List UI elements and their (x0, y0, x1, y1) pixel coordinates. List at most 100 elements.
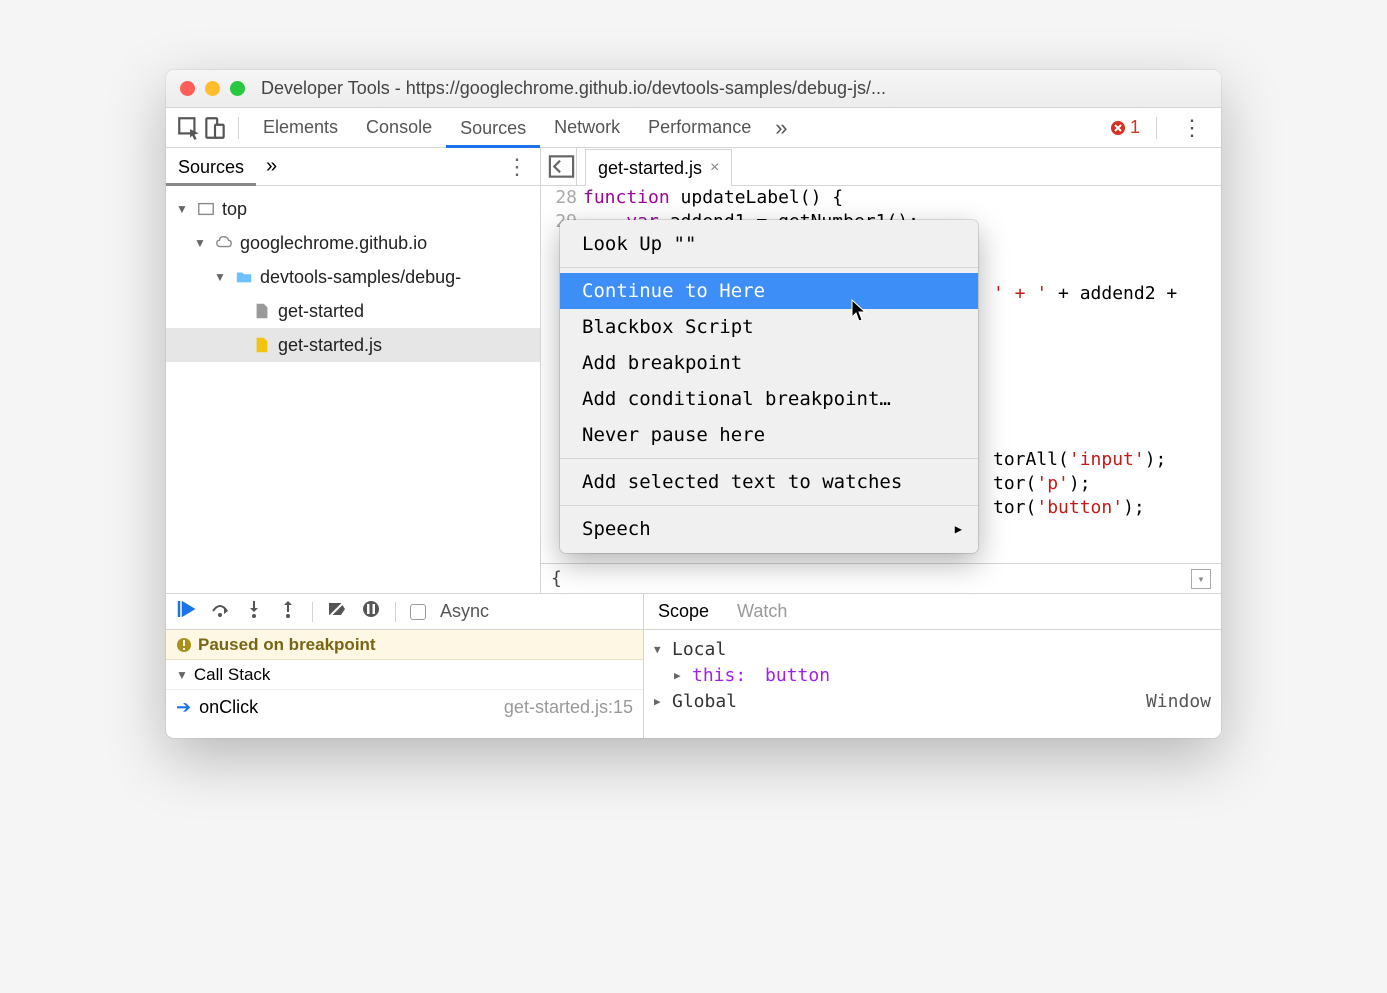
callstack-item[interactable]: ➔ onClick get-started.js:15 (166, 690, 643, 724)
navigator-menu-icon[interactable]: ⋮ (494, 154, 540, 180)
navigator-tabs: Sources » ⋮ (166, 148, 540, 186)
context-menu-blackbox[interactable]: Blackbox Script (560, 309, 978, 345)
error-count: 1 (1130, 117, 1140, 138)
code-string: 'p' (1036, 473, 1069, 494)
context-menu-lookup[interactable]: Look Up "" (560, 226, 978, 262)
debugger-left-pane: Async Paused on breakpoint ▼ Call Stack … (166, 594, 644, 738)
line-number[interactable]: 28 (541, 186, 577, 210)
paused-status-bar: Paused on breakpoint (166, 630, 643, 660)
step-into-icon[interactable] (244, 599, 264, 624)
device-toolbar-icon[interactable] (202, 115, 228, 141)
minimize-window-button[interactable] (205, 81, 220, 96)
scope-global-row[interactable]: ▶ Global Window (654, 688, 1211, 714)
scope-this-row[interactable]: ▶ this: button (654, 662, 1211, 688)
tabs-overflow[interactable]: » (765, 115, 797, 141)
editor-tab[interactable]: get-started.js × (585, 149, 732, 186)
error-badge[interactable]: 1 (1110, 117, 1140, 138)
tab-network[interactable]: Network (540, 108, 634, 147)
traffic-lights (180, 81, 245, 96)
code-text: torAll( (993, 449, 1069, 470)
separator (312, 602, 313, 622)
info-icon (176, 637, 192, 653)
paused-text: Paused on breakpoint (198, 635, 376, 655)
code-string: ' + ' (993, 283, 1047, 304)
code-text: ); (1069, 473, 1091, 494)
callstack-fn-name: onClick (199, 697, 258, 718)
resume-icon[interactable] (176, 599, 196, 624)
disclosure-triangle-icon[interactable]: ▶ (654, 695, 668, 708)
tree-root-top[interactable]: top (166, 192, 540, 226)
context-menu-speech[interactable]: Speech ▶ (560, 511, 978, 547)
tree-label: top (222, 199, 247, 220)
main-tabbar: Elements Console Sources Network Perform… (166, 108, 1221, 148)
window-title: Developer Tools - https://googlechrome.g… (261, 78, 1207, 99)
editor-tabbar: get-started.js × (541, 148, 1221, 186)
code-text: + addend2 + (1047, 283, 1177, 304)
debugger-panel: Async Paused on breakpoint ▼ Call Stack … (166, 593, 1221, 738)
document-icon (252, 336, 272, 354)
tree-folder[interactable]: devtools-samples/debug- (166, 260, 540, 294)
code-text: tor( (993, 473, 1036, 494)
callstack-label: Call Stack (194, 665, 271, 685)
tree-domain[interactable]: googlechrome.github.io (166, 226, 540, 260)
editor-tab-label: get-started.js (598, 158, 702, 179)
scope-global-label: Global (672, 691, 737, 712)
async-checkbox[interactable] (410, 604, 426, 620)
scope-local-row[interactable]: ▼ Local (654, 636, 1211, 662)
editor-dropdown-icon[interactable]: ▾ (1191, 569, 1211, 589)
callstack-location[interactable]: get-started.js:15 (504, 697, 633, 718)
navigator-tabs-overflow[interactable]: » (256, 155, 287, 178)
tree-file-html[interactable]: get-started (166, 294, 540, 328)
step-over-icon[interactable] (210, 599, 230, 624)
deactivate-breakpoints-icon[interactable] (327, 599, 347, 624)
code-editor[interactable]: 28 29 ~~~~~~~~~~ function updateLabel() … (541, 186, 1221, 593)
scope-global-value: Window (1146, 691, 1211, 712)
tab-elements[interactable]: Elements (249, 108, 352, 147)
context-menu-add-conditional[interactable]: Add conditional breakpoint… (560, 381, 978, 417)
zoom-window-button[interactable] (230, 81, 245, 96)
debugger-right-pane: Scope Watch ▼ Local ▶ this: button ▶ Glo… (644, 594, 1221, 738)
tab-console[interactable]: Console (352, 108, 446, 147)
watch-tab[interactable]: Watch (723, 594, 801, 629)
context-menu-add-watches[interactable]: Add selected text to watches (560, 464, 978, 500)
brace-indicator: { (551, 567, 562, 591)
pause-exceptions-icon[interactable] (361, 599, 381, 624)
disclosure-triangle-icon[interactable]: ▼ (654, 643, 668, 656)
code-text: tor( (993, 497, 1036, 518)
context-menu-never-pause[interactable]: Never pause here (560, 417, 978, 453)
disclosure-triangle-icon[interactable] (194, 236, 208, 250)
disclosure-triangle-icon[interactable]: ▼ (176, 668, 188, 682)
code-text: updateLabel() { (670, 187, 843, 208)
code-text: ); (1145, 449, 1167, 470)
tab-sources[interactable]: Sources (446, 109, 540, 148)
separator (1156, 117, 1157, 139)
disclosure-triangle-icon[interactable] (176, 202, 190, 216)
code-string: 'input' (1069, 449, 1145, 470)
async-label: Async (440, 601, 489, 622)
scope-this-label: this: (692, 665, 746, 686)
scope-tab[interactable]: Scope (644, 594, 723, 629)
titlebar: Developer Tools - https://googlechrome.g… (166, 70, 1221, 108)
separator (560, 505, 978, 506)
submenu-arrow-icon: ▶ (955, 517, 962, 541)
disclosure-triangle-icon[interactable] (214, 270, 228, 284)
inspect-element-icon[interactable] (176, 115, 202, 141)
callstack-header[interactable]: ▼ Call Stack (166, 660, 643, 690)
context-menu-continue-here[interactable]: Continue to Here (560, 273, 978, 309)
close-tab-icon[interactable]: × (710, 159, 719, 177)
tab-performance[interactable]: Performance (634, 108, 765, 147)
tree-file-js[interactable]: get-started.js (166, 328, 540, 362)
close-window-button[interactable] (180, 81, 195, 96)
navigator-tab-sources[interactable]: Sources (166, 149, 256, 186)
file-tree: top googlechrome.github.io devtools-samp… (166, 186, 540, 368)
editor-status-bar: { ▾ (541, 563, 1221, 593)
tree-label: get-started (278, 301, 364, 322)
context-menu-add-breakpoint[interactable]: Add breakpoint (560, 345, 978, 381)
step-out-icon[interactable] (278, 599, 298, 624)
disclosure-triangle-icon[interactable]: ▶ (674, 669, 688, 682)
toggle-navigator-icon[interactable] (547, 148, 577, 185)
folder-icon (234, 268, 254, 286)
settings-menu-icon[interactable]: ⋮ (1173, 115, 1211, 141)
context-menu-speech-label: Speech (582, 517, 651, 541)
code-text: ); (1123, 497, 1145, 518)
